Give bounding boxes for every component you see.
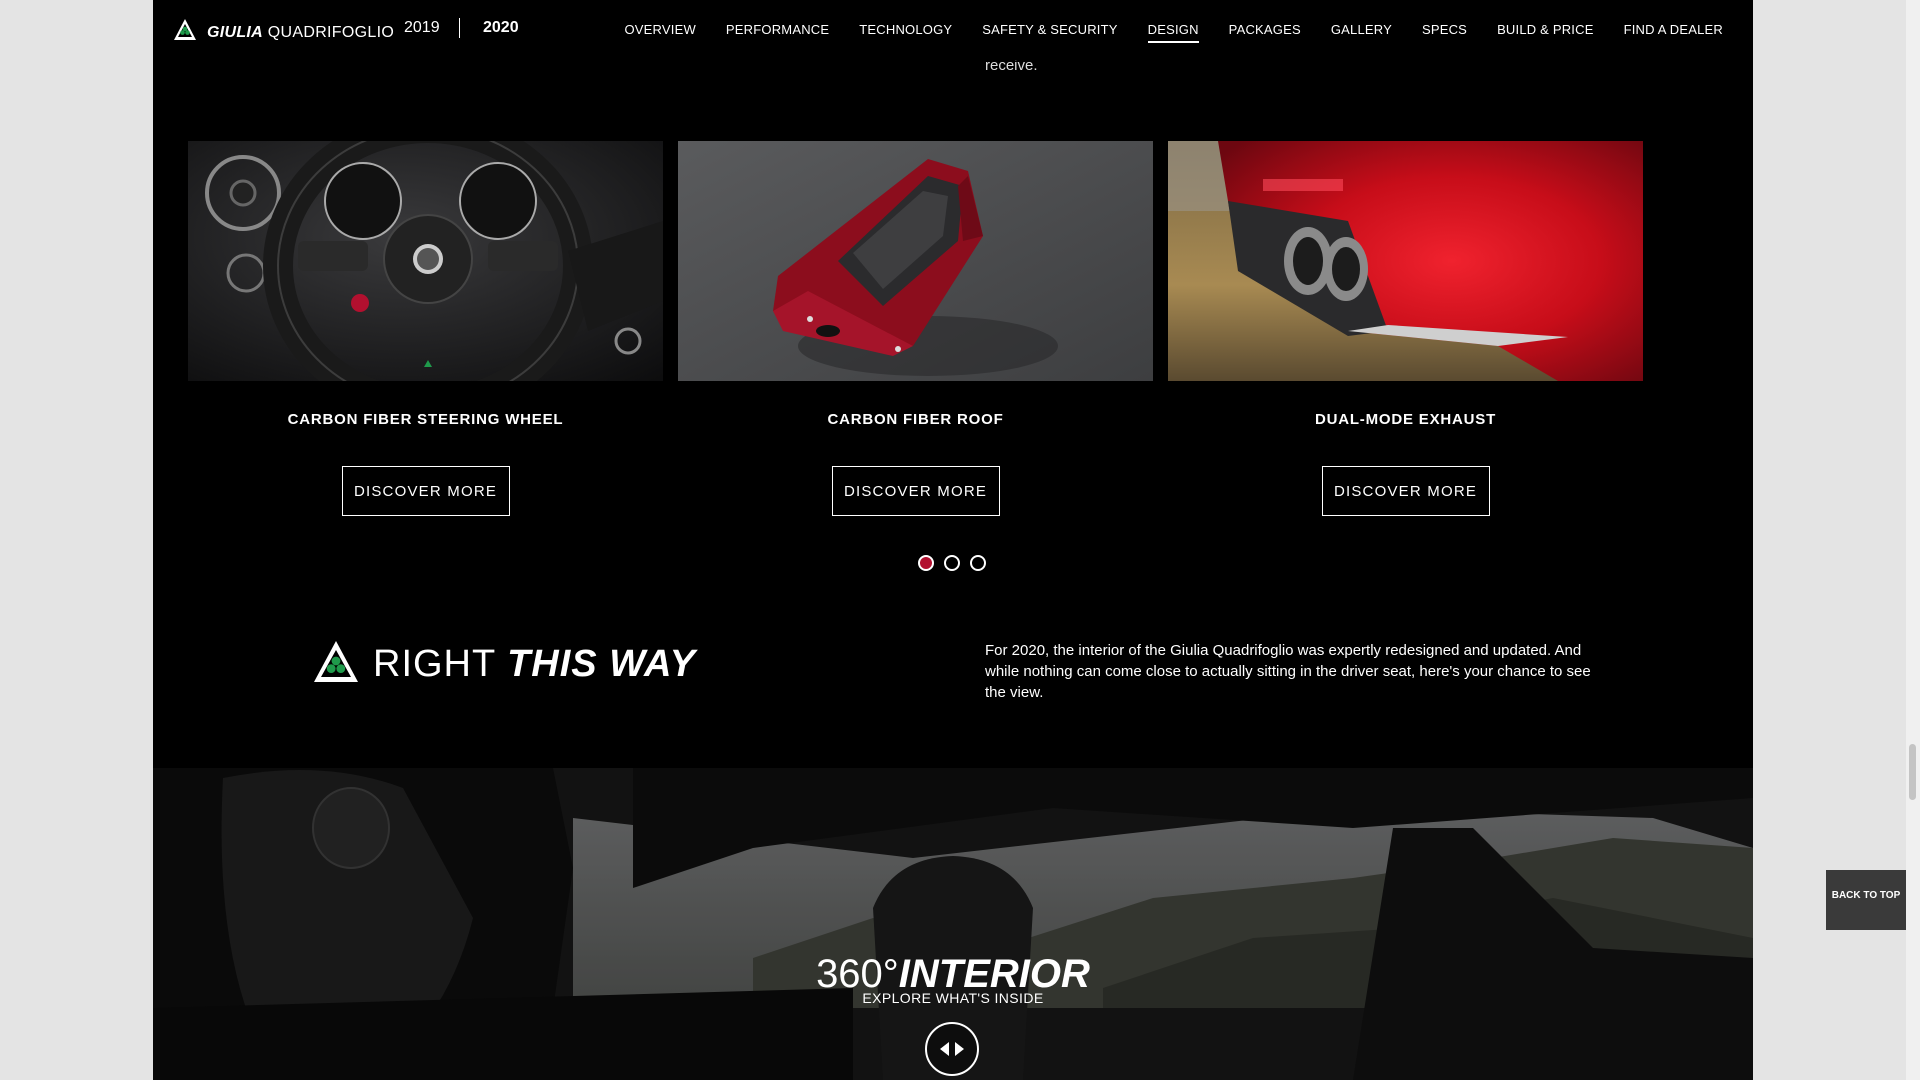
year-divider (459, 18, 460, 38)
year-2020-link[interactable]: 2020 (483, 19, 519, 37)
discover-more-button[interactable]: DISCOVER MORE (1321, 466, 1490, 516)
nav-gallery[interactable]: GALLERY (1331, 22, 1392, 43)
interior-360-section[interactable]: 360°INTERIOR EXPLORE WHAT'S INSIDE (153, 768, 1753, 1080)
nav-performance[interactable]: PERFORMANCE (726, 22, 829, 43)
section-description: For 2020, the interior of the Giulia Qua… (985, 642, 1591, 701)
red-car-roof-image (678, 141, 1153, 381)
carousel-dot-3[interactable] (970, 555, 986, 571)
exhaust-image (1168, 141, 1643, 381)
back-to-top-button[interactable]: BACK TO TOP (1826, 870, 1906, 930)
nav-packages[interactable]: PACKAGES (1229, 22, 1301, 43)
carousel-pagination (918, 555, 986, 571)
feature-card-roof: CARBON FIBER ROOF DISCOVER MORE (678, 141, 1153, 516)
nav-technology[interactable]: TECHNOLOGY (859, 22, 952, 43)
steering-wheel-image (188, 141, 663, 381)
right-this-way-heading: RIGHT THIS WAY (313, 640, 696, 689)
feature-card-steering-wheel: CARBON FIBER STEERING WHEEL DISCOVER MOR… (188, 141, 663, 516)
feature-card-title: DUAL-MODE EXHAUST (1314, 411, 1497, 428)
carousel-dot-2[interactable] (944, 555, 960, 571)
nav-build-price[interactable]: BUILD & PRICE (1497, 22, 1594, 43)
nav-specs[interactable]: SPECS (1422, 22, 1467, 43)
carousel-dot-1[interactable] (918, 555, 934, 571)
page: GIULIA QUADRIFOGLIO 2019 2020 OVERVIEW P… (153, 0, 1753, 1080)
feature-card-exhaust: DUAL-MODE EXHAUST DISCOVER MORE (1168, 141, 1643, 516)
nav-find-dealer[interactable]: FIND A DEALER (1624, 22, 1723, 43)
quadrifoglio-logo-icon (173, 18, 197, 47)
nav-design[interactable]: DESIGN (1147, 22, 1199, 43)
quadrifoglio-logo-icon (313, 640, 359, 689)
discover-more-button[interactable]: DISCOVER MORE (341, 466, 510, 516)
feature-carousel: CARBON FIBER STEERING WHEEL DISCOVER MOR… (188, 141, 1658, 521)
interior-subtitle: EXPLORE WHAT'S INSIDE (862, 990, 1044, 1006)
brand-name: GIULIA QUADRIFOGLIO (207, 23, 395, 41)
brand[interactable]: GIULIA QUADRIFOGLIO (173, 18, 394, 47)
main-menu: OVERVIEW PERFORMANCE TECHNOLOGY SAFETY &… (594, 22, 1723, 43)
feature-card-title: CARBON FIBER STEERING WHEEL (287, 411, 564, 428)
nav-overview[interactable]: OVERVIEW (624, 22, 695, 43)
page-scrollbar[interactable] (1906, 0, 1920, 1080)
scrollbar-thumb[interactable] (1909, 744, 1916, 800)
discover-more-button[interactable]: DISCOVER MORE (831, 466, 1000, 516)
nav-safety-security[interactable]: SAFETY & SECURITY (982, 22, 1117, 43)
year-2019-link[interactable]: 2019 (404, 19, 440, 37)
top-nav: GIULIA QUADRIFOGLIO 2019 2020 OVERVIEW P… (153, 0, 1753, 60)
feature-card-title: CARBON FIBER ROOF (827, 411, 1004, 428)
section-title: RIGHT THIS WAY (373, 643, 696, 685)
rotate-360-button[interactable] (925, 1022, 979, 1076)
